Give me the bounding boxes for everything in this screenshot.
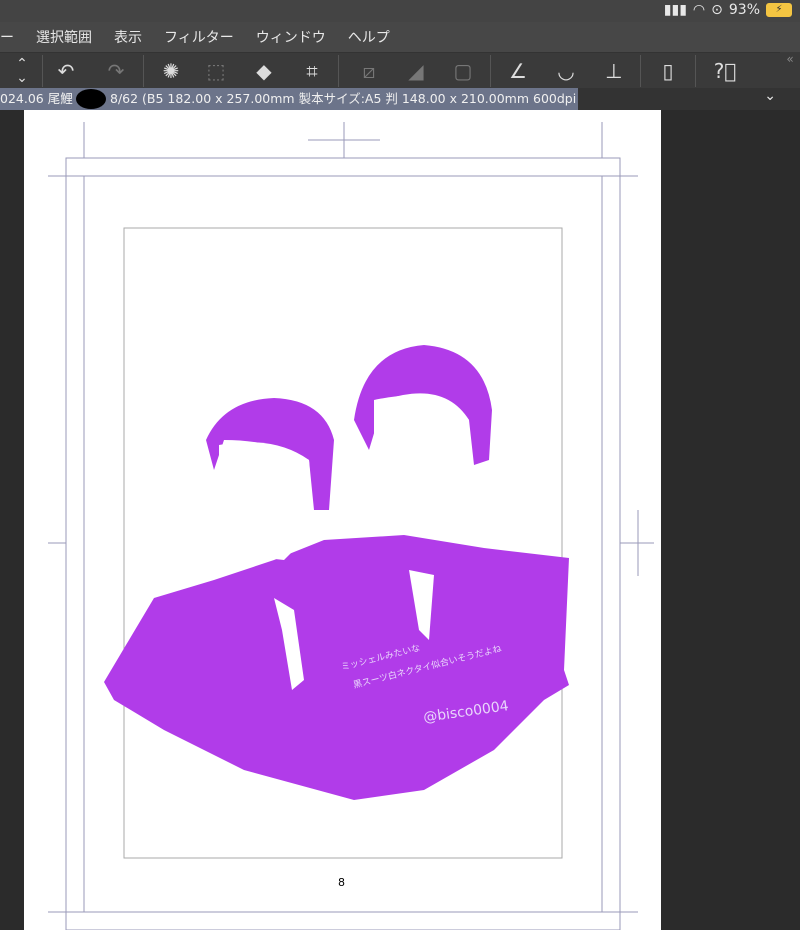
page-number: 8	[338, 876, 345, 889]
document-title: 024.06 尾鯉	[0, 91, 73, 106]
undo-icon[interactable]: ↶	[52, 57, 80, 85]
manga-page[interactable]: ミッシェルみたいな 黒スーツ白ネクタイ似合いそうだよね @bisco0004	[24, 110, 661, 930]
purple-illustration	[104, 345, 569, 800]
redacted-scribble	[76, 89, 106, 109]
menu-item-filter[interactable]: フィルター	[164, 27, 234, 47]
frame-border-icon[interactable]: ▢	[449, 57, 477, 85]
gradient-fill-icon[interactable]: ◢	[402, 57, 430, 85]
orientation-lock-icon: ⊙	[711, 2, 723, 18]
signal-icon: ▮▮▮	[663, 2, 687, 18]
grid-ruler-icon[interactable]: ⊥	[600, 57, 628, 85]
ruler-pen-icon[interactable]: ∠	[504, 57, 532, 85]
brush-bowl-icon[interactable]: ◡	[552, 57, 580, 85]
loading-spinner-icon[interactable]: ✺	[157, 57, 185, 85]
battery-percent: 93%	[728, 2, 760, 18]
document-tab[interactable]: 024.06 尾鯉 8/62 (B5 182.00 x 257.00mm 製本サ…	[0, 88, 578, 110]
wifi-icon: ◠	[692, 2, 706, 18]
clear-outside-selection-icon[interactable]: ⧄	[355, 57, 383, 85]
document-tab-bar: 024.06 尾鯉 8/62 (B5 182.00 x 257.00mm 製本サ…	[0, 88, 800, 110]
menu-item-selection[interactable]: 選択範囲	[36, 27, 92, 47]
document-info: 8/62 (B5 182.00 x 257.00mm 製本サイズ:A5 判 14…	[110, 91, 578, 106]
status-bar: ▮▮▮ ◠ ⊙ 93% ⚡	[0, 0, 800, 22]
selection-dashed-icon[interactable]: ⬚	[202, 57, 230, 85]
transform-icon[interactable]: ⌗	[298, 57, 326, 85]
help-icon[interactable]: ?⃝	[711, 57, 739, 85]
menu-item-window[interactable]: ウィンドウ	[256, 27, 326, 47]
menu-item-view[interactable]: 表示	[114, 27, 142, 47]
device-grid-icon[interactable]: ▯	[654, 57, 682, 85]
redo-icon[interactable]: ↷	[102, 57, 130, 85]
menu-bar: ー 選択範囲 表示 フィルター ウィンドウ ヘルプ	[0, 22, 800, 52]
menu-item-cut[interactable]: ー	[0, 27, 14, 47]
battery-charging-icon: ⚡	[766, 3, 792, 17]
up-down-chevron-icon[interactable]: ⌃ ⌄	[8, 57, 36, 85]
fill-bucket-icon[interactable]: ◆	[250, 57, 278, 85]
chevron-down-icon[interactable]: ⌄	[764, 88, 776, 104]
toolbar: ⌃ ⌄ ↶ ↷ ✺ ⬚ ◆ ⌗ ⧄ ◢ ▢ ∠ ◡ ⊥ ▯ ?⃝	[0, 52, 800, 88]
page-artwork: ミッシェルみたいな 黒スーツ白ネクタイ似合いそうだよね @bisco0004	[48, 122, 654, 930]
menu-item-help[interactable]: ヘルプ	[348, 27, 390, 47]
